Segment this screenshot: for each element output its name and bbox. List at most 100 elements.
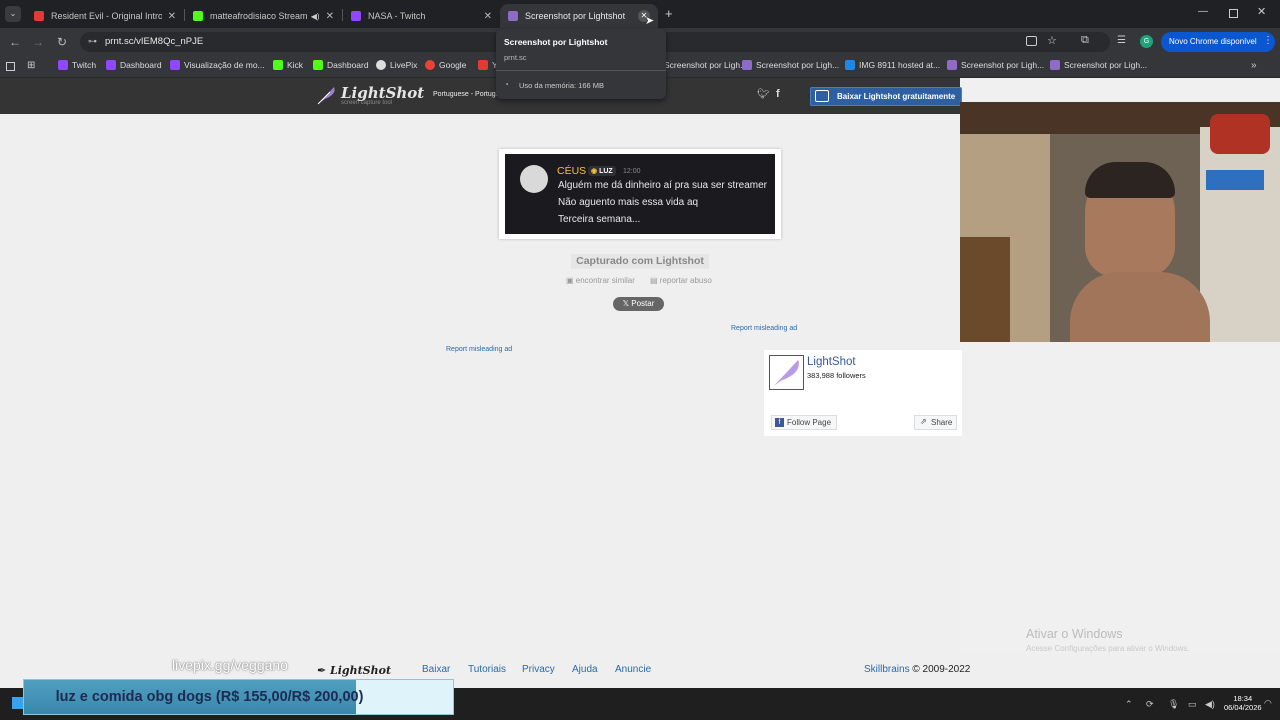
report-misleading-ad-link[interactable]: Report misleading ad: [446, 346, 512, 353]
memory-icon: ◔: [504, 80, 509, 89]
tray-app-icon[interactable]: ⟳: [1146, 699, 1154, 710]
camera-icon: ▣: [566, 276, 576, 285]
twitch-icon: [351, 11, 361, 21]
windows-activation-title: Ativar o Windows: [1026, 627, 1123, 641]
tray-chevron-icon[interactable]: ⌃: [1125, 699, 1133, 710]
bookmark-screenshot-1[interactable]: Screenshot por Ligh...: [664, 60, 747, 70]
tooltip-domain: prnt.sc: [504, 53, 527, 62]
tab-search-button[interactable]: ⌄: [5, 6, 21, 22]
microphone-icon[interactable]: 🎙︎: [1168, 699, 1179, 710]
site-info-icon[interactable]: ⊶: [88, 36, 97, 47]
bookmark-twitch[interactable]: Twitch: [58, 60, 96, 70]
bookmark-livepix[interactable]: LivePix: [376, 60, 417, 70]
volume-icon[interactable]: ◀): [1205, 699, 1215, 710]
bookmark-screenshot-2[interactable]: Screenshot por Ligh...: [742, 60, 839, 70]
close-icon[interactable]: ✕: [326, 11, 334, 22]
install-app-icon[interactable]: [1026, 36, 1037, 46]
captured-with-lightshot[interactable]: Capturado com Lightshot: [571, 254, 709, 269]
chat-timestamp: 12:00: [623, 168, 641, 175]
sidebar-icon[interactable]: [6, 62, 15, 71]
skillbrains-link[interactable]: Skillbrains: [864, 664, 910, 675]
bookmark-kick[interactable]: Kick: [273, 60, 303, 70]
tab-kick-stream[interactable]: matteafrodisiaco Stream - Kick ◀) ✕: [185, 4, 342, 28]
avatar: [520, 165, 548, 193]
twitch-icon: [106, 60, 116, 70]
reading-list-icon[interactable]: ☰: [1117, 35, 1126, 46]
tab-resident-evil[interactable]: Resident Evil - Original Intro 1996 ✕: [26, 4, 184, 28]
profile-avatar[interactable]: G: [1140, 35, 1153, 48]
apps-grid-icon[interactable]: ⊞: [27, 60, 35, 71]
bookmark-img-8911[interactable]: IMG 8911 hosted at...: [845, 60, 940, 70]
report-abuse-link[interactable]: ▤ reportar abuso: [650, 276, 712, 285]
bookmark-screenshot-4[interactable]: Screenshot por Ligh...: [1050, 60, 1147, 70]
close-window-button[interactable]: ✕: [1257, 5, 1266, 18]
url-text[interactable]: prnt.sc/vIEM8Qc_nPJE: [105, 36, 203, 47]
network-icon[interactable]: ▭: [1188, 699, 1197, 710]
minimize-button[interactable]: —: [1198, 6, 1208, 17]
find-similar-link[interactable]: ▣ encontrar similar: [566, 276, 635, 285]
chrome-update-label: Novo Chrome disponível: [1169, 37, 1257, 46]
lightshot-tagline: screen capture tool: [341, 100, 393, 106]
copyright: Skillbrains © 2009-2022: [864, 664, 971, 675]
bookmark-google[interactable]: Google: [425, 60, 466, 70]
mouse-cursor-icon: ➤: [645, 15, 655, 27]
reload-icon[interactable]: ↻: [53, 33, 71, 51]
facebook-followers: 383,988 followers: [807, 371, 866, 380]
footer-logo[interactable]: LightShot: [330, 664, 391, 677]
bookmark-star-icon[interactable]: ☆: [1047, 34, 1057, 47]
forward-icon[interactable]: →: [29, 33, 47, 51]
twitch-icon: [170, 60, 180, 70]
chat-message: Alguém me dá dinheiro aí pra sua ser str…: [558, 180, 767, 191]
flag-icon: ▤: [650, 276, 660, 285]
taskbar-clock[interactable]: 18:34 06/04/2026: [1224, 694, 1262, 712]
status-badge: ◉ LUZ: [588, 166, 616, 176]
facebook-icon: f: [775, 418, 784, 427]
kick-icon: [273, 60, 283, 70]
footer-link-ajuda[interactable]: Ajuda: [572, 664, 598, 675]
close-icon[interactable]: ✕: [168, 11, 176, 22]
lightshot-feather-icon: [947, 60, 957, 70]
extensions-icon[interactable]: ⧉: [1081, 34, 1089, 47]
language-select[interactable]: Portuguese - Portug...: [433, 91, 501, 98]
bookmark-twitch-dashboard[interactable]: Dashboard: [106, 60, 162, 70]
x-logo-icon: 𝕏: [622, 299, 632, 308]
lightshot-feather-icon: [317, 87, 335, 105]
bookmark-kick-dashboard[interactable]: Dashboard: [313, 60, 369, 70]
tab-strip: ⌄ Resident Evil - Original Intro 1996 ✕ …: [0, 0, 1280, 28]
footer-link-baixar[interactable]: Baixar: [422, 664, 450, 675]
twitter-icon[interactable]: 🐦︎: [757, 89, 770, 100]
youtube-icon: [34, 11, 44, 21]
donation-goal-bar: luz e comida obg dogs (R$ 155,00/R$ 200,…: [23, 679, 454, 715]
tab-lightshot[interactable]: Screenshot por Lightshot ✕: [500, 4, 658, 28]
kick-icon: [193, 11, 203, 21]
livepix-icon: [376, 60, 386, 70]
more-bookmarks-icon[interactable]: »: [1251, 60, 1257, 71]
chat-message: Terceira semana...: [558, 214, 641, 225]
maximize-button[interactable]: [1229, 9, 1238, 18]
notification-bell-icon[interactable]: ◠: [1264, 698, 1272, 709]
report-misleading-ad-link[interactable]: Report misleading ad: [731, 325, 797, 332]
facebook-icon[interactable]: f: [776, 88, 780, 100]
tab-nasa-twitch[interactable]: NASA - Twitch ✕: [343, 4, 500, 28]
footer-link-privacy[interactable]: Privacy: [522, 664, 555, 675]
bookmark-visualizacao[interactable]: Visualização de mo...: [170, 60, 265, 70]
menu-dots-icon[interactable]: ⋮: [1263, 35, 1273, 46]
tooltip-divider: [496, 70, 666, 71]
tooltip-title: Screenshot por Lightshot: [504, 37, 608, 47]
lightshot-feather-icon: ✒: [317, 665, 327, 677]
back-icon[interactable]: ←: [6, 33, 24, 51]
speaker-icon[interactable]: ◀): [311, 12, 320, 21]
bookmark-youtube[interactable]: Y: [478, 60, 498, 70]
new-tab-button[interactable]: +: [665, 6, 673, 21]
bookmark-screenshot-3[interactable]: Screenshot por Ligh...: [947, 60, 1044, 70]
post-on-x-button[interactable]: 𝕏 Postar: [613, 297, 664, 311]
lightshot-page-thumbnail[interactable]: [769, 355, 804, 390]
download-lightshot-button[interactable]: Baixar Lightshot gratuitamente: [810, 87, 962, 106]
webcam-feed: [960, 102, 1280, 342]
facebook-page-name[interactable]: LightShot: [807, 356, 856, 368]
goal-text: luz e comida obg dogs (R$ 155,00/R$ 200,…: [55, 689, 364, 705]
footer-link-tutoriais[interactable]: Tutoriais: [468, 664, 506, 675]
footer-link-anuncie[interactable]: Anuncie: [615, 664, 651, 675]
chat-username: CÉUS: [557, 165, 587, 177]
close-icon[interactable]: ✕: [484, 11, 492, 22]
